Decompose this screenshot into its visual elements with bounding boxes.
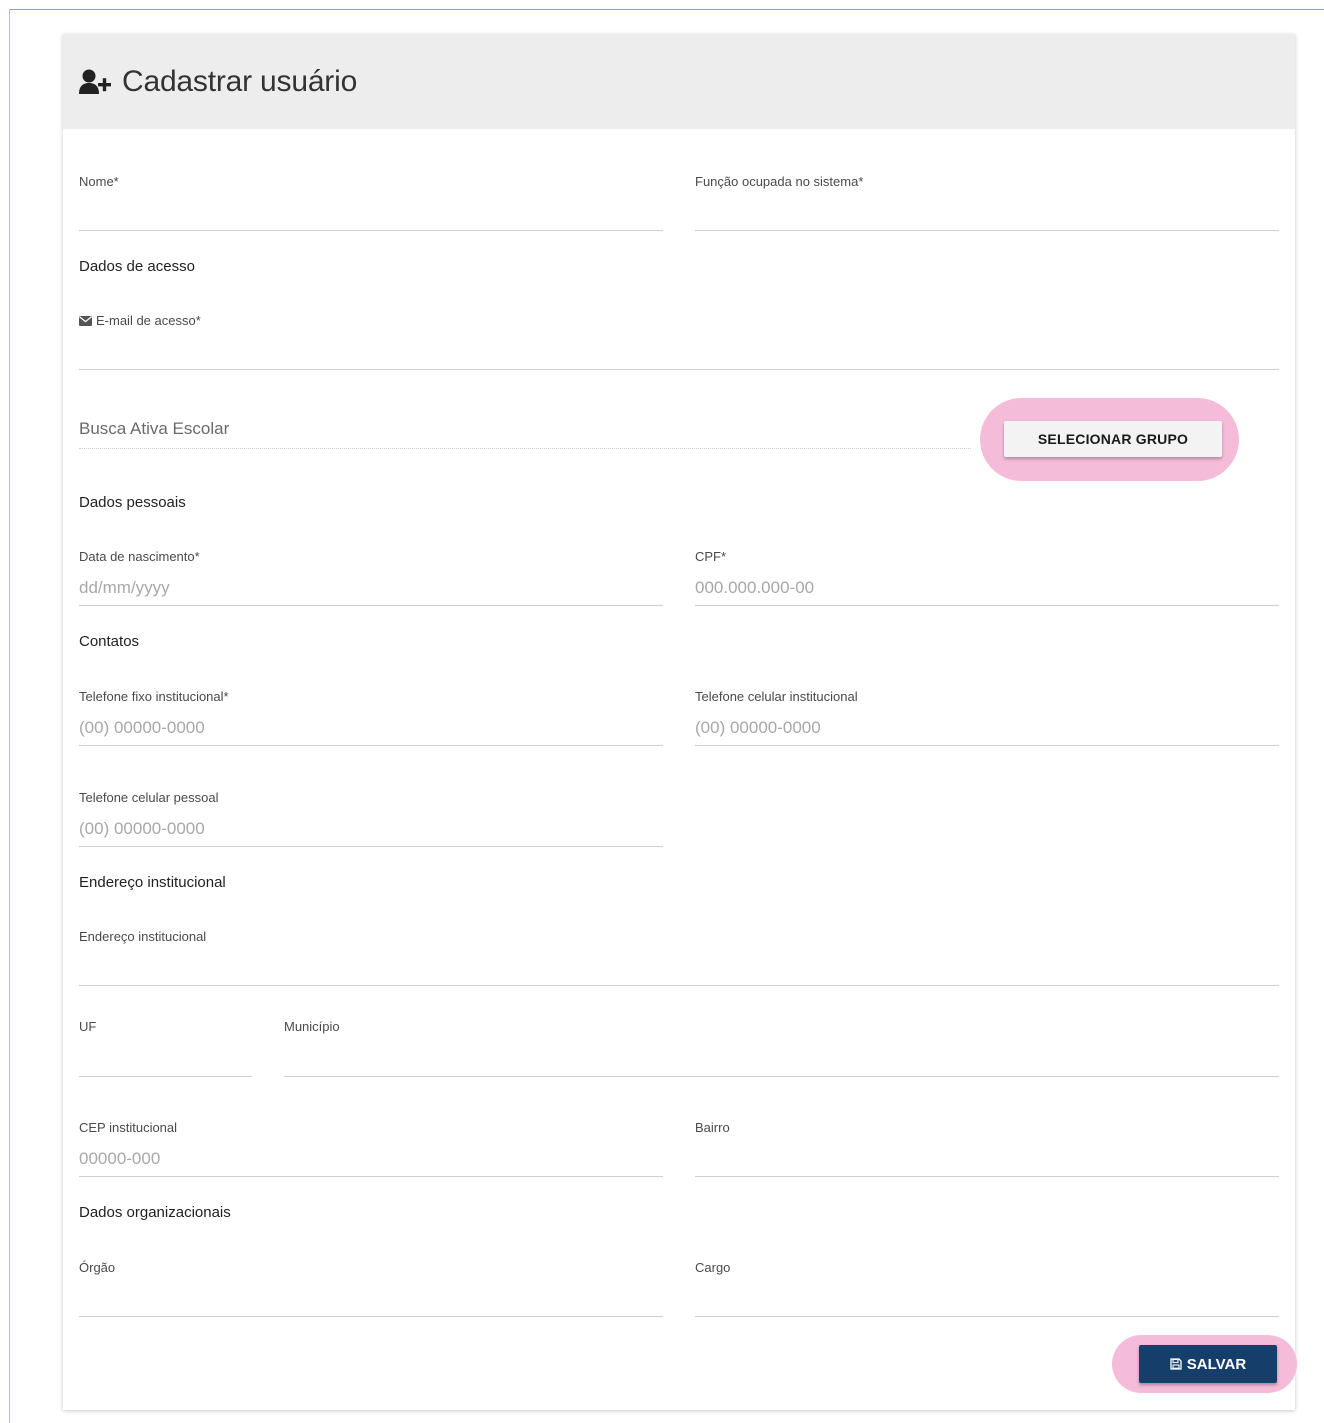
uf-select[interactable] — [79, 1076, 252, 1077]
group-field[interactable] — [79, 448, 971, 449]
tel-cel-inst-input[interactable]: (00) 00000-0000 — [695, 718, 821, 738]
nascimento-label: Data de nascimento* — [79, 549, 200, 564]
email-input[interactable] — [79, 369, 1279, 370]
funcao-input[interactable] — [695, 230, 1279, 231]
municipio-label: Município — [284, 1019, 340, 1034]
bairro-input[interactable] — [695, 1176, 1279, 1177]
tel-cel-pessoal-label: Telefone celular pessoal — [79, 790, 219, 805]
tel-fixo-input[interactable]: (00) 00000-0000 — [79, 718, 205, 738]
orgao-label: Órgão — [79, 1260, 116, 1275]
email-label-text: E-mail de acesso* — [96, 313, 201, 328]
cpf-input[interactable]: 000.000.000-00 — [695, 578, 814, 598]
cep-input[interactable]: 00000-000 — [79, 1149, 160, 1169]
save-button[interactable]: SALVAR — [1139, 1345, 1277, 1383]
top-border — [9, 9, 1324, 10]
nome-label: Nome* — [79, 174, 119, 189]
nascimento-input[interactable]: dd/mm/yyyy — [79, 578, 170, 598]
cargo-input[interactable] — [695, 1316, 1279, 1317]
cep-underline — [79, 1176, 663, 1177]
tel-cel-inst-label: Telefone celular institucional — [695, 689, 858, 704]
email-label: E-mail de acesso* — [79, 313, 201, 328]
group-value: Busca Ativa Escolar — [79, 419, 230, 438]
section-contatos: Contatos — [79, 633, 140, 650]
cargo-label: Cargo — [695, 1260, 731, 1275]
page-title: Cadastrar usuário — [122, 65, 358, 98]
envelope-icon — [79, 316, 92, 326]
endereco-input[interactable] — [79, 985, 1279, 986]
section-dados-acesso: Dados de acesso — [79, 258, 195, 275]
card-header: Cadastrar usuário — [63, 34, 1295, 129]
funcao-label: Função ocupada no sistema* — [695, 174, 864, 189]
tel-fixo-underline — [79, 745, 663, 746]
left-border — [9, 9, 10, 1423]
user-plus-icon — [79, 69, 111, 94]
uf-label: UF — [79, 1019, 97, 1034]
nome-input[interactable] — [79, 230, 663, 231]
tel-cel-pessoal-input[interactable]: (00) 00000-0000 — [79, 819, 205, 839]
cpf-label: CPF* — [695, 549, 727, 564]
orgao-input[interactable] — [79, 1316, 663, 1317]
section-dados-organizacionais: Dados organizacionais — [79, 1204, 231, 1221]
tel-cel-pessoal-underline — [79, 846, 663, 847]
tel-cel-inst-underline — [695, 745, 1279, 746]
register-user-card: Cadastrar usuário Nome* Função ocupada n… — [63, 34, 1297, 1410]
floppy-disk-icon — [1170, 1358, 1182, 1370]
select-group-button[interactable]: SELECIONAR GRUPO — [1004, 421, 1222, 457]
section-endereco: Endereço institucional — [79, 874, 226, 891]
cpf-underline — [695, 605, 1279, 606]
cep-label: CEP institucional — [79, 1120, 178, 1135]
save-button-label: SALVAR — [1186, 1355, 1247, 1373]
section-dados-pessoais: Dados pessoais — [79, 494, 186, 511]
municipio-select[interactable] — [284, 1076, 1279, 1077]
endereco-label: Endereço institucional — [79, 929, 207, 944]
bairro-label: Bairro — [695, 1120, 730, 1135]
nascimento-underline — [79, 605, 663, 606]
tel-fixo-label: Telefone fixo institucional* — [79, 689, 229, 704]
